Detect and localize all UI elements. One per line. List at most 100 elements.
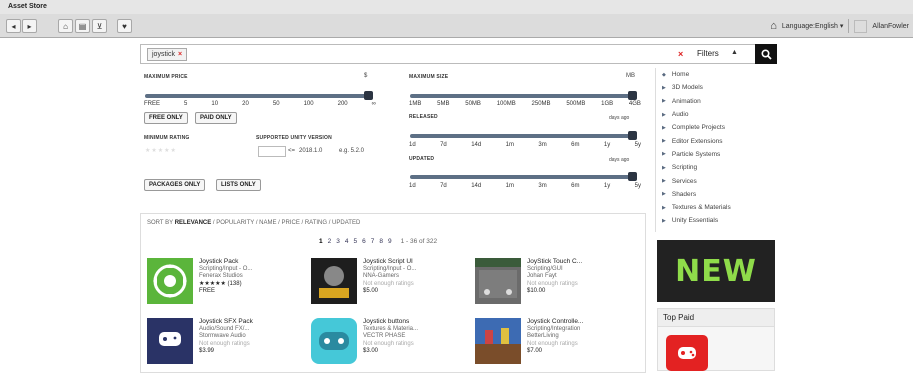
page-link[interactable]: 4: [345, 238, 349, 245]
released-slider[interactable]: [410, 134, 636, 138]
notifications-icon[interactable]: ⌂: [770, 20, 777, 32]
wishlist-button[interactable]: ♥: [117, 19, 132, 33]
search-bar[interactable]: joystick × × Filters ▲: [140, 44, 777, 64]
result-thumbnail[interactable]: [311, 318, 357, 364]
category-item-textures-materials[interactable]: ▶ Textures & Materials: [656, 201, 775, 214]
result-thumbnail[interactable]: [475, 318, 521, 364]
page-link[interactable]: 8: [379, 238, 383, 245]
result-title[interactable]: Joystick Pack: [199, 258, 305, 266]
updated-label: UPDATED: [409, 156, 435, 162]
caret-up-icon[interactable]: ▲: [731, 49, 738, 56]
clear-search-icon[interactable]: ×: [678, 49, 683, 59]
home-icon: ◆: [662, 71, 666, 78]
result-category: Scripting/Input - O...: [199, 265, 253, 272]
category-item-animation[interactable]: ▶ Animation: [656, 95, 775, 108]
category-item-home[interactable]: ◆ Home: [656, 68, 775, 81]
sort-options[interactable]: / POPULARITY / NAME / PRICE / RATING / U…: [213, 220, 360, 226]
version-value[interactable]: 2018.1.0: [299, 148, 322, 154]
result-publisher: BetterLiving: [527, 333, 559, 340]
home-button[interactable]: ⌂: [58, 19, 73, 33]
max-price-slider[interactable]: [145, 94, 371, 98]
price-tick: 50: [272, 101, 280, 107]
result-title[interactable]: JoyStick Touch C...: [527, 258, 633, 266]
forward-button[interactable]: ▸: [22, 19, 37, 33]
updated-tick: 7d: [440, 183, 447, 189]
packages-only-button[interactable]: PACKAGES ONLY: [144, 179, 206, 191]
result-meta: Joystick SFX Pack Audio/Sound FX/... Storm…: [199, 318, 305, 356]
category-item-editor-extensions[interactable]: ▶ Editor Extensions: [656, 134, 775, 147]
page-link[interactable]: 2: [328, 238, 332, 245]
top-paid-item-thumbnail[interactable]: [666, 335, 708, 371]
result-card[interactable]: Joystick SFX Pack Audio/Sound FX/... Storm…: [147, 318, 307, 370]
category-item-shaders[interactable]: ▶ Shaders: [656, 188, 775, 201]
released-ticks: 1d 7d 14d 1m 3m 6m 1y 5y: [409, 142, 641, 148]
price-tick: 5: [184, 101, 188, 107]
result-card[interactable]: Joystick buttons Textures & Materia... VEC…: [311, 318, 471, 370]
result-title[interactable]: Joystick buttons: [363, 318, 469, 326]
cart-button[interactable]: ⊻: [92, 19, 107, 33]
max-size-handle[interactable]: [628, 91, 637, 100]
version-operator-field[interactable]: [258, 146, 286, 157]
result-card[interactable]: JoyStick Touch C... Scripting/GUI Johan Fa…: [475, 258, 635, 310]
page-link[interactable]: 9: [388, 238, 392, 245]
category-item-3d-models[interactable]: ▶ 3D Models: [656, 81, 775, 94]
sort-relevance[interactable]: RELEVANCE: [175, 220, 212, 226]
updated-slider[interactable]: [410, 175, 636, 179]
category-label: Animation: [671, 97, 701, 105]
language-select[interactable]: Language:English ▾: [782, 22, 844, 30]
avatar[interactable]: [854, 19, 868, 33]
paid-only-button[interactable]: PAID ONLY: [195, 112, 237, 124]
size-tick: 500MB: [566, 101, 586, 107]
results-panel: SORT BY RELEVANCE / POPULARITY / NAME / …: [140, 213, 646, 373]
price-tick: 100: [303, 101, 314, 107]
result-thumbnail[interactable]: [147, 318, 193, 364]
search-button[interactable]: [755, 44, 777, 64]
page-link[interactable]: 1: [319, 238, 323, 245]
result-rating: Not enough ratings: [363, 340, 414, 347]
result-category: Scripting/Input - O...: [363, 265, 417, 272]
new-banner[interactable]: NEW: [657, 240, 775, 302]
min-rating-stars[interactable]: ★★★★★: [145, 147, 177, 154]
category-item-complete-projects[interactable]: ▶ Complete Projects: [656, 121, 775, 134]
result-card[interactable]: Joystick Script UI Scripting/Input - O...…: [311, 258, 471, 310]
downloads-button[interactable]: ▤: [75, 19, 90, 33]
updated-handle[interactable]: [628, 172, 637, 181]
caret-right-icon: ▶: [662, 204, 666, 211]
category-item-unity-essentials[interactable]: ▶ Unity Essentials: [656, 214, 775, 227]
updated-tick: 1d: [409, 183, 416, 189]
category-item-scripting[interactable]: ▶ Scripting: [656, 161, 775, 174]
category-item-audio[interactable]: ▶ Audio: [656, 108, 775, 121]
result-thumbnail[interactable]: [147, 258, 193, 304]
page-link[interactable]: 5: [354, 238, 358, 245]
result-category: Scripting/GUI: [527, 265, 563, 272]
back-button[interactable]: ◂: [6, 19, 21, 33]
remove-tag-icon[interactable]: ×: [178, 51, 182, 58]
caret-right-icon: ▶: [662, 124, 666, 131]
result-title[interactable]: Joystick SFX Pack: [199, 318, 305, 326]
page-link[interactable]: 6: [362, 238, 366, 245]
max-size-slider[interactable]: [410, 94, 636, 98]
result-card[interactable]: Joystick Controlle... Scripting/Integrati…: [475, 318, 635, 370]
category-item-services[interactable]: ▶ Services: [656, 174, 775, 187]
released-handle[interactable]: [628, 131, 637, 140]
lists-only-button[interactable]: LISTS ONLY: [216, 179, 261, 191]
updated-tick: 5y: [634, 183, 641, 189]
updated-tick: 3m: [538, 183, 547, 189]
free-only-button[interactable]: FREE ONLY: [144, 112, 188, 124]
page-link[interactable]: 3: [336, 238, 340, 245]
filters-toggle[interactable]: Filters: [697, 49, 719, 58]
max-price-handle[interactable]: [364, 91, 373, 100]
updated-tick: 14d: [471, 183, 482, 189]
category-item-particle-systems[interactable]: ▶ Particle Systems: [656, 148, 775, 161]
search-tag[interactable]: joystick ×: [147, 48, 188, 61]
result-thumbnail[interactable]: [475, 258, 521, 304]
user-name[interactable]: AllanFowler: [872, 23, 909, 30]
result-title[interactable]: Joystick Controlle...: [527, 318, 633, 326]
category-label: Scripting: [671, 164, 698, 172]
result-card[interactable]: Joystick Pack Scripting/Input - O... Fener…: [147, 258, 307, 310]
page-link[interactable]: 7: [371, 238, 375, 245]
result-price: $10.00: [527, 288, 546, 295]
result-thumbnail[interactable]: [311, 258, 357, 304]
result-title[interactable]: Joystick Script UI: [363, 258, 469, 266]
max-size-unit: MB: [626, 73, 635, 79]
